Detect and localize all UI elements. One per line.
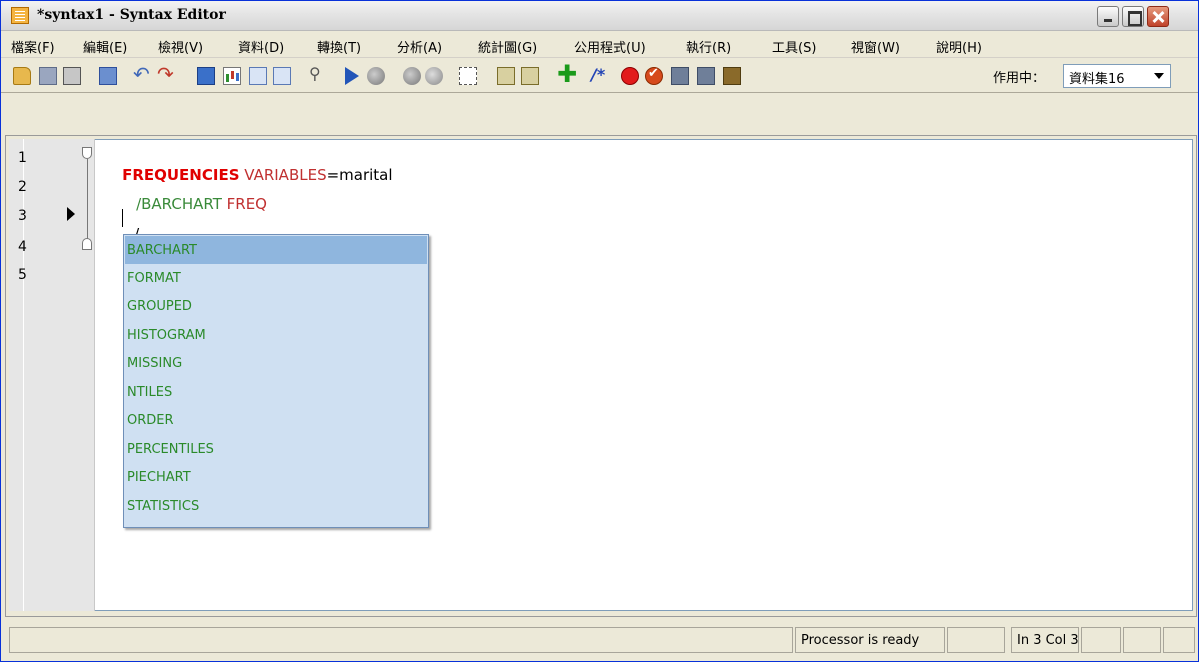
autocomplete-item[interactable]: ORDER — [125, 406, 427, 434]
status-cell-blank — [1163, 627, 1195, 653]
bookmark-icon[interactable] — [723, 67, 741, 85]
autocomplete-item[interactable]: PIECHART — [125, 463, 427, 491]
undo-icon[interactable]: ↶ — [133, 62, 151, 86]
menu-transform[interactable]: 轉換(T) — [317, 37, 361, 56]
fold-start-icon[interactable] — [82, 147, 92, 159]
chart-icon[interactable] — [223, 67, 241, 85]
autocomplete-item[interactable]: HISTOGRAM — [125, 321, 427, 349]
menu-tools[interactable]: 工具(S) — [772, 37, 816, 56]
minimize-button[interactable] — [1097, 6, 1119, 27]
fold-guide — [87, 159, 88, 243]
menu-edit[interactable]: 編輯(E) — [83, 37, 127, 56]
print-icon[interactable] — [63, 67, 81, 85]
menu-file[interactable]: 檔案(F) — [11, 37, 55, 56]
breakpoint-icon[interactable] — [621, 67, 639, 85]
keyword-option: FREQ — [221, 195, 267, 213]
menu-help[interactable]: 說明(H) — [936, 37, 982, 56]
active-dataset-value: 資料集16 — [1069, 72, 1125, 87]
maximize-button[interactable] — [1122, 6, 1144, 27]
status-cell-blank — [1081, 627, 1121, 653]
menu-run[interactable]: 執行(R) — [686, 37, 731, 56]
menu-bar: 檔案(F) 編輯(E) 檢視(V) 資料(D) 轉換(T) 分析(A) 統計圖(… — [1, 32, 1198, 58]
close-button[interactable] — [1147, 6, 1169, 27]
title-bar[interactable]: *syntax1 - Syntax Editor — [1, 1, 1198, 31]
open-icon[interactable] — [13, 67, 31, 85]
status-cell-blank — [947, 627, 1005, 653]
menu-window[interactable]: 視窗(W) — [851, 37, 900, 56]
insert-variable-icon[interactable] — [249, 67, 267, 85]
current-line-arrow-icon — [67, 207, 75, 221]
variable-spec: =marital — [326, 166, 393, 184]
line-number: 4 — [18, 239, 27, 255]
status-message-cell — [9, 627, 793, 653]
autocomplete-item[interactable]: NTILES — [125, 378, 427, 406]
data-grid-icon[interactable] — [197, 67, 215, 85]
line-number: 3 — [18, 208, 27, 224]
syntax-help-icon[interactable] — [497, 67, 515, 85]
run-icon[interactable] — [345, 67, 359, 85]
cursor-position: In 3 Col 3 — [1011, 627, 1079, 653]
save-icon[interactable] — [39, 67, 57, 85]
processor-status: Processor is ready — [795, 627, 945, 653]
syntax-editor-window: *syntax1 - Syntax Editor 檔案(F) 編輯(E) 檢視(… — [0, 0, 1199, 662]
line-number: 5 — [18, 267, 27, 283]
autocomplete-item[interactable]: BARCHART — [125, 236, 427, 264]
menu-utilities[interactable]: 公用程式(U) — [574, 37, 646, 56]
globe-icon[interactable] — [425, 67, 443, 85]
status-cell-blank — [1123, 627, 1161, 653]
fold-end-icon[interactable] — [82, 238, 92, 250]
autocomplete-item[interactable]: GROUPED — [125, 292, 427, 320]
autocomplete-item[interactable]: PERCENTILES — [125, 435, 427, 463]
find-icon[interactable]: ⚲ — [309, 64, 327, 83]
menu-view[interactable]: 檢視(V) — [158, 37, 203, 56]
code-line-2: /BARCHART FREQ — [117, 177, 267, 231]
autocomplete-item[interactable]: STATISTICS — [125, 492, 427, 520]
line-number: 2 — [18, 179, 27, 195]
stop-icon[interactable] — [367, 67, 385, 85]
active-dataset-label: 作用中： — [993, 71, 1046, 86]
menu-analyze[interactable]: 分析(A) — [397, 37, 442, 56]
select-icon[interactable] — [459, 67, 477, 85]
window-title: *syntax1 - Syntax Editor — [37, 7, 226, 23]
subcommand-keyword: /BARCHART — [136, 195, 222, 213]
goto-data-icon[interactable] — [99, 67, 117, 85]
text-cursor — [122, 209, 123, 227]
menu-graphs[interactable]: 統計圖(G) — [478, 37, 537, 56]
chevron-down-icon — [1154, 73, 1164, 79]
line-number: 1 — [18, 150, 27, 166]
add-icon[interactable]: ✚ — [557, 60, 577, 88]
syntax-help-icon[interactable] — [521, 67, 539, 85]
clear-breakpoints-icon[interactable] — [645, 66, 663, 85]
autocomplete-popup: BARCHART FORMAT GROUPED HISTOGRAM MISSIN… — [123, 234, 429, 528]
redo-icon[interactable]: ↷ — [157, 62, 175, 86]
variable-info-icon[interactable] — [273, 67, 291, 85]
autocomplete-item[interactable]: FORMAT — [125, 264, 427, 292]
active-dataset-select[interactable]: 資料集16 — [1063, 64, 1171, 88]
comment-icon[interactable]: /* — [591, 65, 609, 84]
bookmark-icon[interactable] — [697, 67, 715, 85]
syntax-editor-icon — [11, 7, 29, 24]
menu-data[interactable]: 資料(D) — [238, 37, 284, 56]
autocomplete-item[interactable]: MISSING — [125, 349, 427, 377]
bookmark-icon[interactable] — [671, 67, 689, 85]
globe-icon[interactable] — [403, 67, 421, 85]
